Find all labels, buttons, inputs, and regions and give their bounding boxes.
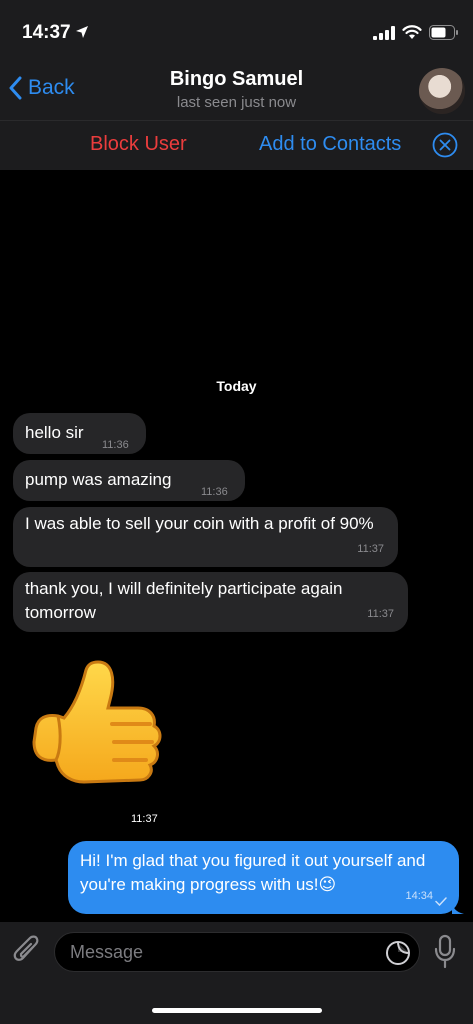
message-time: 11:36 — [201, 486, 228, 498]
status-time: 14:37 — [22, 22, 71, 43]
close-icon[interactable] — [432, 132, 458, 158]
message-list[interactable]: Today hello sir 11:36 pump was amazing 1… — [0, 170, 473, 922]
thumbs-up-sticker[interactable] — [28, 656, 168, 796]
incoming-message[interactable]: thank you, I will definitely participate… — [13, 572, 408, 632]
message-time: 11:37 — [367, 608, 394, 620]
chevron-left-icon — [9, 76, 22, 100]
microphone-icon[interactable] — [433, 934, 457, 970]
message-text: Hi! I'm glad that you figured it out you… — [80, 851, 426, 894]
chat-header: Back Bingo Samuel last seen just now — [0, 64, 473, 120]
add-to-contacts-button[interactable]: Add to Contacts — [259, 133, 401, 156]
battery-icon — [429, 25, 458, 40]
location-arrow-icon — [76, 26, 88, 38]
message-field[interactable] — [54, 932, 420, 972]
message-input[interactable] — [70, 942, 370, 963]
contact-action-bar: Block User Add to Contacts — [0, 120, 473, 170]
message-text: pump was amazing — [25, 470, 172, 489]
composer — [0, 922, 473, 1024]
back-label: Back — [28, 76, 75, 99]
avatar[interactable] — [419, 68, 465, 114]
sticker-icon[interactable] — [385, 940, 411, 966]
message-text: thank you, I will definitely participate… — [25, 579, 343, 622]
message-text: hello sir — [25, 423, 84, 442]
bubble-tail — [452, 900, 464, 914]
back-button[interactable]: Back — [8, 76, 75, 100]
check-icon — [435, 897, 447, 906]
date-separator: Today — [216, 378, 257, 394]
status-bar: 14:37 — [0, 0, 473, 64]
home-indicator — [152, 1008, 322, 1013]
incoming-message[interactable]: I was able to sell your coin with a prof… — [13, 507, 398, 567]
message-text: I was able to sell your coin with a prof… — [25, 514, 374, 533]
message-time: 14:34 — [405, 890, 433, 902]
message-time: 11:36 — [102, 439, 129, 451]
paperclip-icon[interactable] — [12, 932, 42, 966]
block-user-button[interactable]: Block User — [90, 133, 187, 156]
status-indicators — [373, 25, 459, 40]
outgoing-message[interactable]: Hi! I'm glad that you figured it out you… — [68, 841, 459, 914]
incoming-message[interactable]: hello sir 11:36 — [13, 413, 146, 454]
message-time: 11:37 — [357, 543, 384, 555]
wifi-icon — [402, 25, 422, 39]
sticker-time: 11:37 — [131, 813, 158, 825]
signal-icon — [373, 25, 395, 40]
incoming-message[interactable]: pump was amazing 11:36 — [13, 460, 245, 501]
